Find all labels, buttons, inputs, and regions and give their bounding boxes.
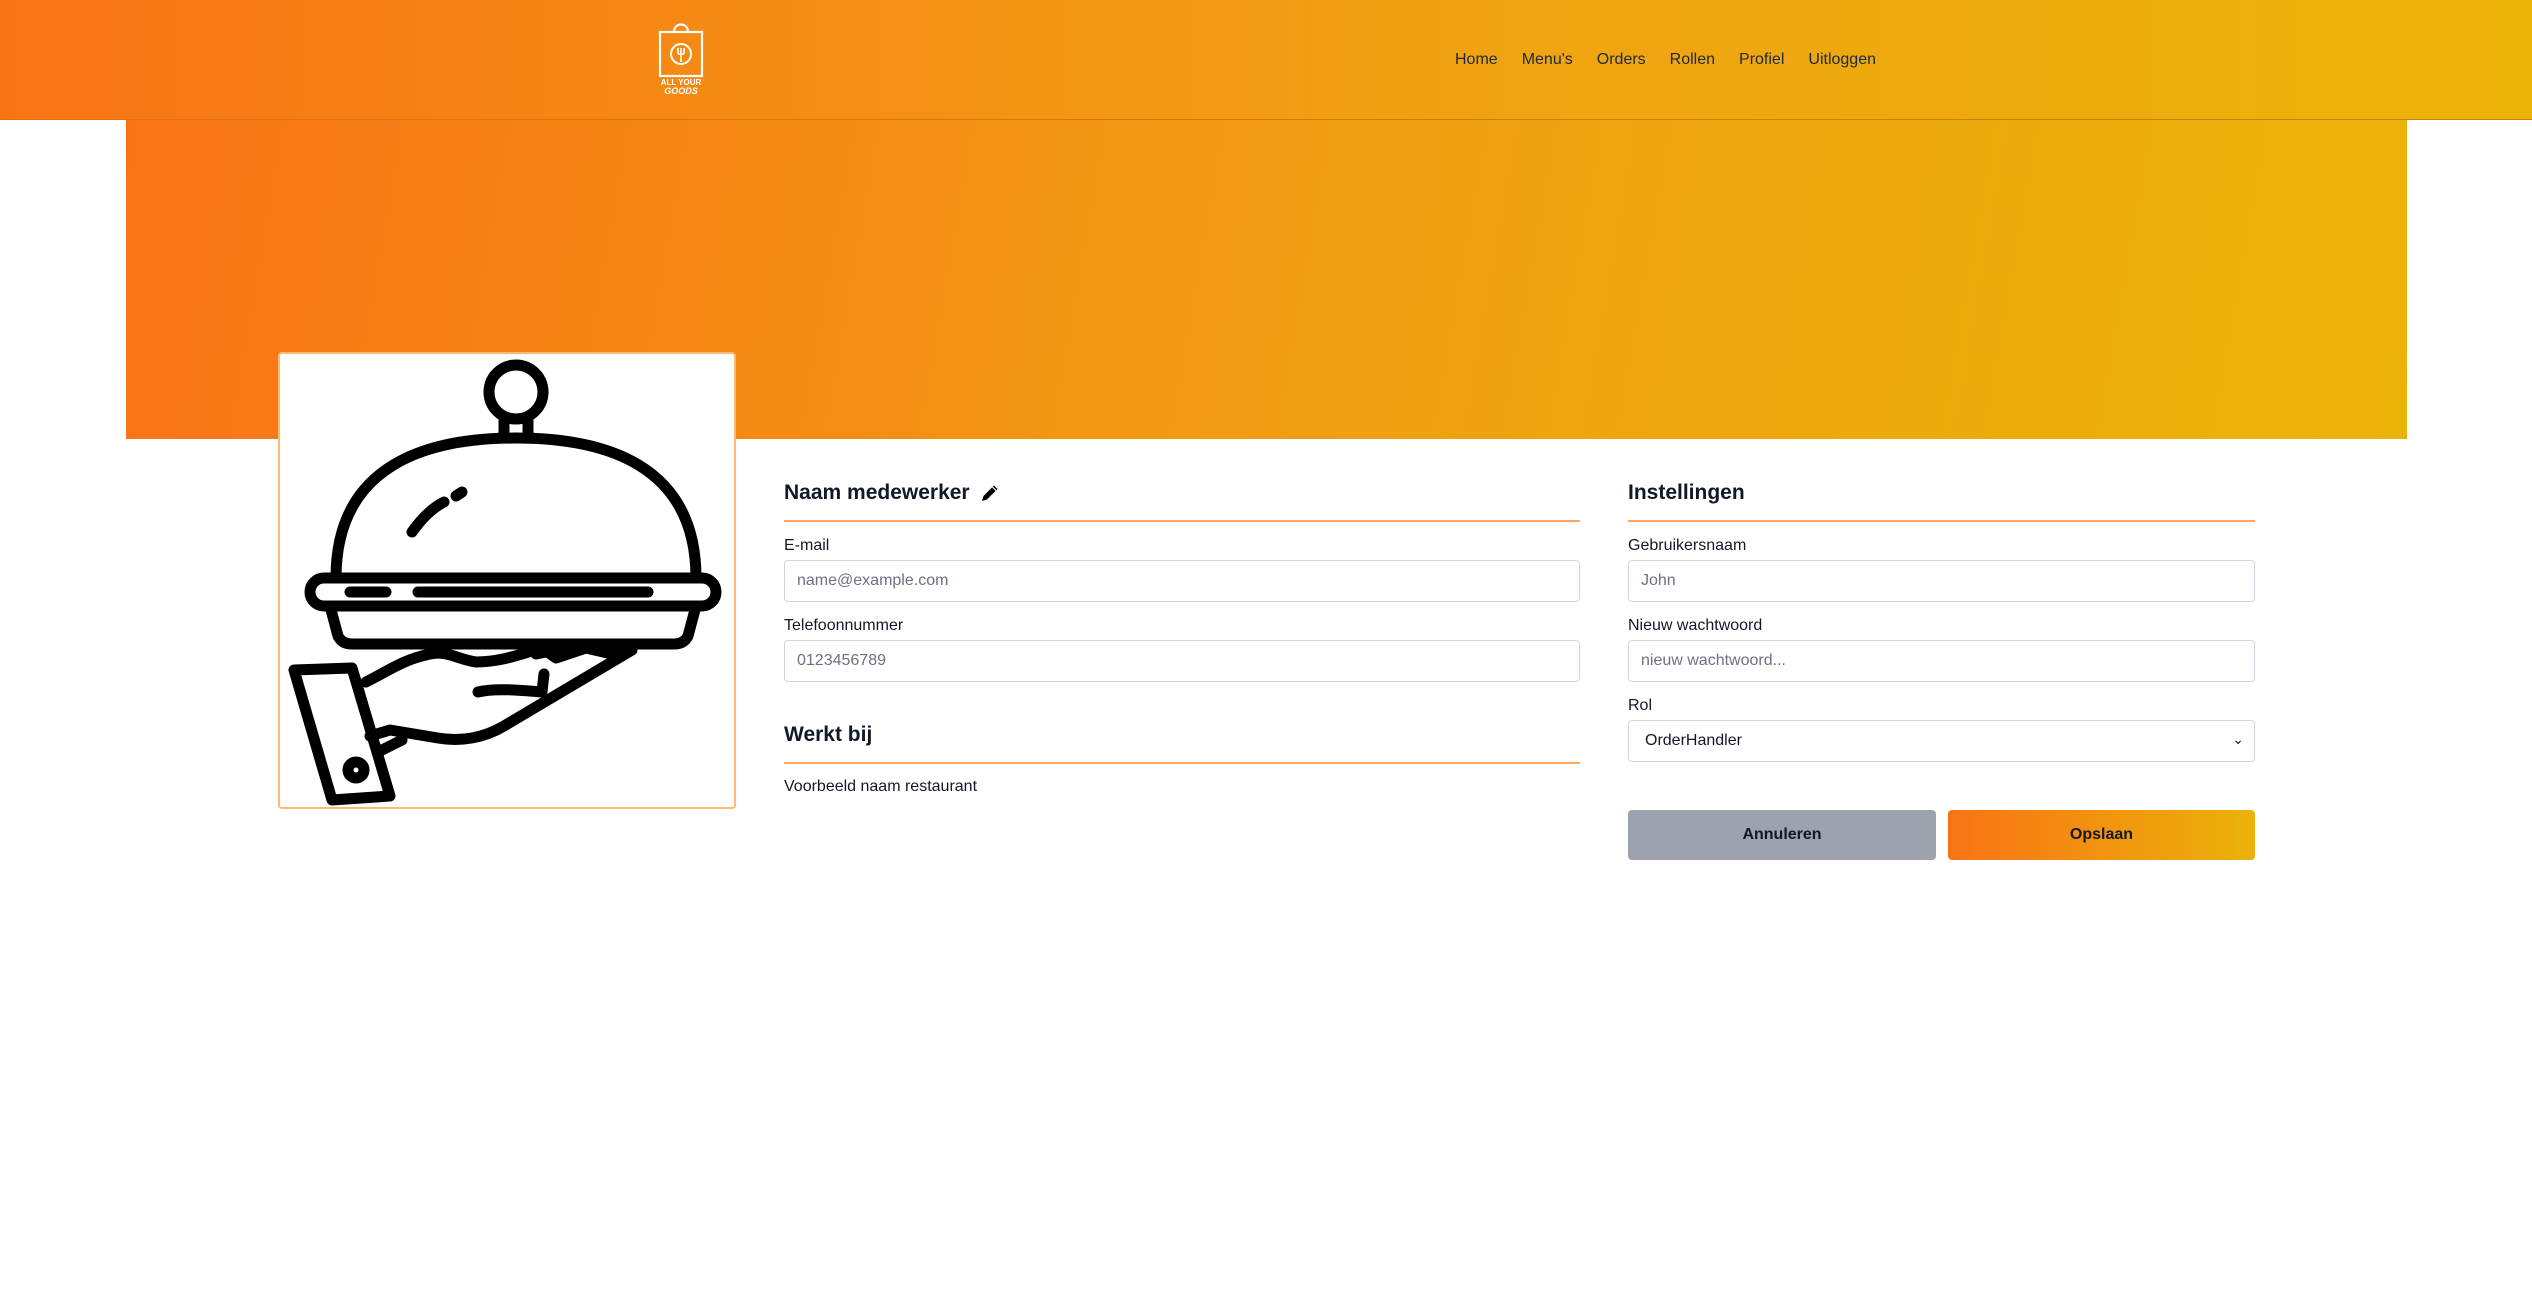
- nav-profiel[interactable]: Profiel: [1739, 50, 1784, 70]
- chevron-down-icon: ⌄: [2232, 731, 2244, 747]
- role-select[interactable]: OrderHandler ⌄: [1628, 720, 2255, 762]
- works-at-heading: Werkt bij: [784, 723, 873, 746]
- section-divider: [784, 762, 1580, 764]
- nav-orders[interactable]: Orders: [1597, 50, 1646, 70]
- pencil-icon[interactable]: [980, 483, 1000, 503]
- nav-home[interactable]: Home: [1455, 50, 1498, 70]
- nav-rollen[interactable]: Rollen: [1670, 50, 1715, 70]
- password-label: Nieuw wachtwoord: [1628, 617, 1763, 634]
- restaurant-name: Voorbeeld naam restaurant: [784, 778, 978, 795]
- nav-menus[interactable]: Menu's: [1522, 50, 1573, 70]
- section-divider: [1628, 520, 2255, 522]
- new-password-field[interactable]: [1628, 640, 2255, 682]
- top-navbar: ALL YOUR GOODS Home Menu's Orders Rollen…: [0, 0, 2532, 120]
- profile-avatar: [278, 352, 736, 809]
- employee-name-heading: Naam medewerker: [784, 478, 1580, 508]
- serving-cloche-icon: [288, 359, 722, 806]
- role-selected-value: OrderHandler: [1645, 732, 1742, 749]
- email-field[interactable]: [784, 560, 1580, 602]
- brand-line-2: GOODS: [664, 86, 698, 96]
- profile-section: Naam medewerker E-mail Telefoonnummer We…: [784, 478, 1580, 796]
- role-label: Rol: [1628, 697, 1653, 714]
- phone-label: Telefoonnummer: [784, 617, 904, 634]
- settings-section: Instellingen Gebruikersnaam Nieuw wachtw…: [1628, 478, 2255, 762]
- phone-field[interactable]: [784, 640, 1580, 682]
- email-label: E-mail: [784, 537, 830, 554]
- nav-uitloggen[interactable]: Uitloggen: [1808, 50, 1876, 70]
- main-navigation: Home Menu's Orders Rollen Profiel Uitlog…: [1455, 50, 1900, 70]
- brand-name: ALL YOUR GOODS: [656, 78, 706, 96]
- save-button[interactable]: Opslaan: [1948, 810, 2255, 860]
- shopping-bag-icon: [658, 23, 704, 78]
- employee-name: Naam medewerker: [784, 481, 970, 504]
- section-divider: [784, 520, 1580, 522]
- cancel-button[interactable]: Annuleren: [1628, 810, 1936, 860]
- brand-logo[interactable]: ALL YOUR GOODS: [656, 18, 706, 102]
- username-label: Gebruikersnaam: [1628, 537, 1747, 554]
- username-field[interactable]: [1628, 560, 2255, 602]
- settings-heading: Instellingen: [1628, 481, 1745, 504]
